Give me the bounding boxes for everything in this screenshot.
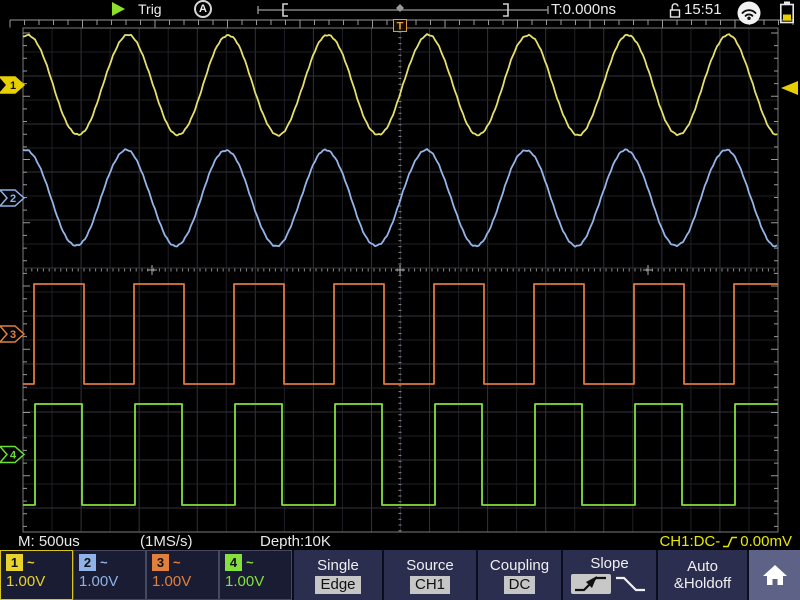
trigger-source-label: Source bbox=[406, 557, 454, 574]
trigger-slope-button[interactable]: Slope bbox=[561, 550, 656, 600]
svg-text:3: 3 bbox=[10, 329, 16, 341]
trigger-position-diamond-icon bbox=[396, 4, 404, 12]
channel-boxes: 1 ~1.00V 2 ~1.00V 3 ~1.00V 4 ~1.00V bbox=[0, 550, 292, 600]
rising-edge-icon bbox=[722, 535, 738, 549]
channel-4-badge: 4 bbox=[225, 554, 242, 571]
trigger-type-button[interactable]: Single Edge bbox=[292, 550, 382, 600]
trigger-slope-label: Slope bbox=[590, 555, 628, 572]
trigger-info-readout: CH1:DC- 0.00mV bbox=[659, 533, 792, 550]
channel-2-box[interactable]: 2 ~1.00V bbox=[73, 550, 146, 600]
trigger-level-readout: 0.00mV bbox=[740, 533, 792, 550]
channel-3-position-marker[interactable]: 3 bbox=[0, 326, 24, 342]
channel-4-coupling-icon: ~ bbox=[246, 555, 254, 570]
channel-4-scale: 1.00V bbox=[225, 573, 286, 590]
channel-4-position-marker[interactable]: 4 bbox=[0, 447, 24, 463]
channel-4-box[interactable]: 4 ~1.00V bbox=[219, 550, 292, 600]
trigger-type-value: Edge bbox=[315, 576, 360, 594]
channel-3-badge: 3 bbox=[152, 554, 169, 571]
slope-falling-icon bbox=[616, 578, 645, 590]
channel-3-box[interactable]: 3 ~1.00V bbox=[146, 550, 219, 600]
channel-2-position-marker[interactable]: 2 bbox=[0, 190, 24, 206]
auto-trigger-badge-icon: A bbox=[194, 0, 212, 18]
oscilloscope-screen: 1 2 3 4 T Trig A T:0.000ns 15:51 bbox=[0, 0, 800, 600]
channel-1-badge: 1 bbox=[6, 554, 23, 571]
channel-3-coupling-icon: ~ bbox=[173, 555, 181, 570]
trigger-source-coupling: CH1:DC- bbox=[659, 533, 720, 550]
auto-trigger-letter: A bbox=[199, 3, 207, 15]
svg-text:4: 4 bbox=[10, 450, 17, 462]
channel-3-scale: 1.00V bbox=[152, 573, 213, 590]
waveform-display[interactable]: 1 2 3 4 T bbox=[0, 0, 800, 550]
clock: 15:51 bbox=[684, 1, 722, 18]
timebase-readout: M: 500us bbox=[18, 533, 80, 550]
battery-icon bbox=[779, 1, 795, 24]
trigger-source-value: CH1 bbox=[410, 576, 450, 594]
svg-text:2: 2 bbox=[10, 193, 16, 205]
lock-icon[interactable] bbox=[668, 1, 682, 19]
trigger-coupling-label: Coupling bbox=[490, 557, 549, 574]
run-play-icon[interactable] bbox=[112, 2, 125, 16]
channel-1-box[interactable]: 1 ~1.00V bbox=[0, 550, 73, 600]
channel-2-badge: 2 bbox=[79, 554, 96, 571]
home-button[interactable] bbox=[747, 550, 800, 600]
channel-1-position-marker[interactable]: 1 bbox=[0, 77, 24, 93]
channel-1-coupling-icon: ~ bbox=[27, 555, 35, 570]
home-icon bbox=[762, 563, 788, 587]
trigger-mode-line1: Auto bbox=[687, 558, 718, 575]
trigger-level-marker[interactable] bbox=[781, 81, 798, 95]
trigger-coupling-button[interactable]: Coupling DC bbox=[476, 550, 561, 600]
trigger-mode-line2: &Holdoff bbox=[674, 575, 731, 592]
sample-rate-readout: (1MS/s) bbox=[140, 533, 193, 550]
channel-2-coupling-icon: ~ bbox=[100, 555, 108, 570]
channel-1-scale: 1.00V bbox=[6, 573, 67, 590]
bottom-status-bar: M: 500us (1MS/s) Depth:10K CH1:DC- 0.00m… bbox=[0, 532, 800, 550]
wifi-icon[interactable] bbox=[736, 0, 762, 26]
trigger-time-readout: T:0.000ns bbox=[551, 1, 616, 18]
trig-status-label: Trig bbox=[138, 1, 162, 17]
top-status-bar: Trig A T:0.000ns 15:51 bbox=[0, 0, 800, 20]
svg-text:1: 1 bbox=[10, 80, 16, 92]
depth-readout: Depth:10K bbox=[260, 533, 331, 550]
trigger-mode-button[interactable]: Auto &Holdoff bbox=[656, 550, 747, 600]
horizontal-position-bar[interactable] bbox=[255, 1, 551, 19]
channel-2-scale: 1.00V bbox=[79, 573, 140, 590]
trigger-position-marker[interactable]: T bbox=[394, 20, 407, 33]
trigger-type-label: Single bbox=[317, 557, 359, 574]
trigger-coupling-value: DC bbox=[504, 576, 536, 594]
svg-text:T: T bbox=[397, 21, 404, 33]
bottom-menu-bar: 1 ~1.00V 2 ~1.00V 3 ~1.00V 4 ~1.00V Single Edge… bbox=[0, 550, 800, 600]
trigger-source-button[interactable]: Source CH1 bbox=[382, 550, 476, 600]
graticule-grid bbox=[23, 28, 778, 532]
